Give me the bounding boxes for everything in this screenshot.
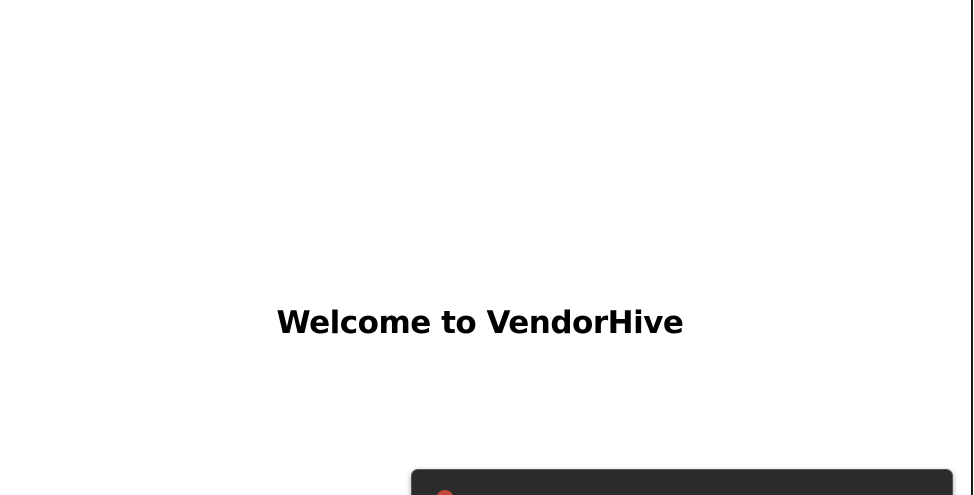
notification-toast[interactable] bbox=[411, 469, 953, 495]
page: Welcome to VendorHive bbox=[0, 0, 974, 495]
page-title: Welcome to VendorHive bbox=[276, 305, 684, 341]
window-edge bbox=[971, 0, 973, 495]
error-icon bbox=[436, 490, 454, 495]
